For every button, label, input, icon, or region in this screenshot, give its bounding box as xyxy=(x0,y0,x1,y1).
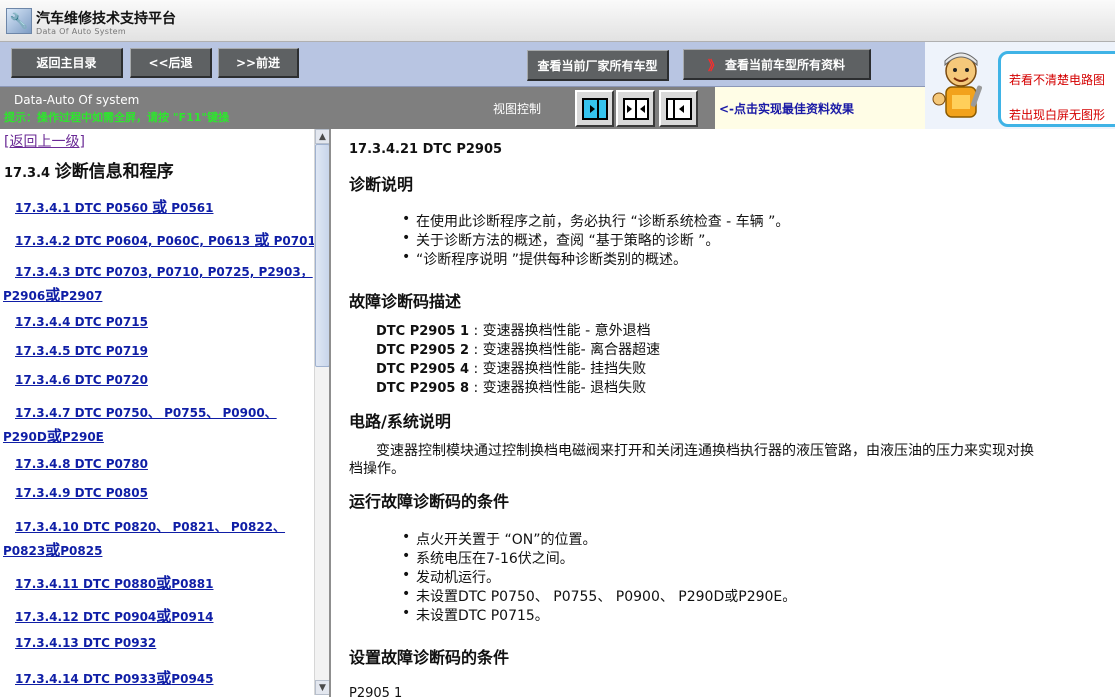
toc-link[interactable]: 17.3.4.7 DTC P0750、 P0755、 P0900、 xyxy=(15,404,277,421)
toc-link[interactable]: 17.3.4.5 DTC P0719 xyxy=(15,344,148,358)
section-title-text: 诊断信息和程序 xyxy=(54,162,174,182)
run-bullet-1: 点火开关置于 “ON”的位置。 xyxy=(402,529,596,549)
view-control-label: 视图控制 xyxy=(493,102,542,116)
maker-models-button[interactable]: 查看当前厂家所有车型 xyxy=(527,50,669,81)
double-chevron-right-icon: 》 xyxy=(707,58,721,74)
toc-link[interactable]: 17.3.4.11 DTC P0880或P0881 xyxy=(15,572,214,593)
circuit-text-line-2: 档操作。 xyxy=(349,461,405,477)
dtc-title: 故障诊断码描述 xyxy=(349,292,462,311)
scroll-up-icon[interactable]: ▲ xyxy=(315,129,329,144)
run-conditions-title: 运行故障诊断码的条件 xyxy=(349,492,510,511)
toc-link[interactable]: 17.3.4.3 DTC P0703, P0710, P0725, P2903， xyxy=(15,263,313,280)
split-view-icon xyxy=(622,97,649,120)
run-bullet-4: 未设置DTC P0750、 P0755、 P0900、 P290D或P290E。 xyxy=(402,586,796,606)
circuit-title: 电路/系统说明 xyxy=(349,412,451,431)
show-left-pane-button[interactable] xyxy=(575,90,614,127)
home-button[interactable]: 返回主目录 xyxy=(11,48,123,78)
toc-link[interactable]: 17.3.4.13 DTC P0932 xyxy=(15,636,156,650)
show-left-pane-icon xyxy=(581,97,608,120)
view-hint: <-点击实现最佳资料效果 xyxy=(719,102,855,116)
forward-button[interactable]: >>前进 xyxy=(218,48,299,78)
help-panel: 若看不清楚电路图 若出现白屏无图形 xyxy=(925,42,1115,129)
dtc-line-3: DTC P2905 4 : 变速器换档性能- 挂挡失败 xyxy=(376,361,647,377)
diag-title: 诊断说明 xyxy=(349,175,414,194)
toc-link[interactable]: 17.3.4.4 DTC P0715 xyxy=(15,315,148,329)
diag-bullet-3: “诊断程序说明 ”提供每种诊断类别的概述。 xyxy=(402,249,687,269)
model-docs-label: 查看当前车型所有资料 xyxy=(725,57,846,72)
diag-bullet-2: 关于诊断方法的概述，查阅 “基于策略的诊断 ”。 xyxy=(402,230,719,250)
back-up-link[interactable]: [返回上一级] xyxy=(4,131,85,151)
set-conditions-title: 设置故障诊断码的条件 xyxy=(349,648,510,667)
toc-link[interactable]: 17.3.4.9 DTC P0805 xyxy=(15,486,148,500)
run-bullet-5: 未设置DTC P0715。 xyxy=(402,605,549,625)
toc-link[interactable]: P0823或P0825 xyxy=(3,539,102,560)
dtc-line-4: DTC P2905 8 : 变速器换档性能- 退档失败 xyxy=(376,380,647,396)
toc-scrollbar[interactable]: ▲ ▼ xyxy=(314,129,329,695)
scroll-thumb[interactable] xyxy=(315,144,329,367)
toc-link[interactable]: 17.3.4.8 DTC P0780 xyxy=(15,457,148,471)
app-title: 汽车维修技术支持平台 xyxy=(36,11,176,27)
app-subtitle: Data Of Auto System xyxy=(36,27,126,36)
toc-link[interactable]: 17.3.4.10 DTC P0820、 P0821、 P0822、 xyxy=(15,518,285,535)
section-number: 17.3.4 xyxy=(4,166,51,181)
toc-link[interactable]: 17.3.4.6 DTC P0720 xyxy=(15,373,148,387)
wrench-logo-icon: 🔧 xyxy=(6,8,32,34)
help-box: 若看不清楚电路图 若出现白屏无图形 xyxy=(998,51,1115,127)
section-title: 17.3.4 诊断信息和程序 xyxy=(4,157,174,182)
toc-link[interactable]: P2906或P2907 xyxy=(3,284,102,305)
hide-left-pane-icon xyxy=(665,97,692,120)
help-line-blurry[interactable]: 若看不清楚电路图 xyxy=(1009,71,1105,88)
toc-link[interactable]: 17.3.4.14 DTC P0933或P0945 xyxy=(15,667,214,688)
help-line-blank[interactable]: 若出现白屏无图形 xyxy=(1009,106,1105,123)
toc-pane: [返回上一级] 17.3.4 诊断信息和程序 17.3.4.1 DTC P056… xyxy=(0,129,331,697)
scroll-down-icon[interactable]: ▼ xyxy=(315,680,329,695)
toc-link[interactable]: 17.3.4.2 DTC P0604, P060C, P0613 或 P0701 xyxy=(15,229,316,250)
toc-link[interactable]: 17.3.4.1 DTC P0560 或 P0561 xyxy=(15,196,214,217)
view-hint-area: <-点击实现最佳资料效果 xyxy=(715,87,925,129)
cutoff-line: P2905 1 xyxy=(349,686,403,697)
run-bullet-2: 系统电压在7-16伏之间。 xyxy=(402,548,574,568)
title-bar: 🔧 汽车维修技术支持平台 Data Of Auto System xyxy=(0,0,1115,42)
diag-bullet-1: 在使用此诊断程序之前，务必执行 “诊断系统检查 - 车辆 ”。 xyxy=(402,211,789,231)
run-bullet-3: 发动机运行。 xyxy=(402,567,500,587)
document-heading: 17.3.4.21 DTC P2905 xyxy=(349,142,503,157)
circuit-text-line-1: 变速器控制模块通过控制换档电磁阀来打开和关闭连通换档执行器的液压管路，由液压油的… xyxy=(376,443,1034,459)
model-docs-button[interactable]: 》 查看当前车型所有资料 xyxy=(683,49,871,80)
system-name: Data-Auto Of system xyxy=(14,93,140,107)
hide-left-pane-button[interactable] xyxy=(659,90,698,127)
back-button[interactable]: <<后退 xyxy=(130,48,212,78)
mechanic-mascot-icon xyxy=(932,52,983,118)
fullscreen-notice: 提示：操作过程中如需全屏，请按 "F11"键操 xyxy=(4,111,230,124)
toc-link[interactable]: P290D或P290E xyxy=(3,425,104,446)
view-control-bar: Data-Auto Of system 提示：操作过程中如需全屏，请按 "F11… xyxy=(0,87,925,129)
dtc-line-2: DTC P2905 2 : 变速器换档性能- 离合器超速 xyxy=(376,342,661,358)
split-view-button[interactable] xyxy=(616,90,655,127)
document-pane: 17.3.4.21 DTC P2905 诊断说明 在使用此诊断程序之前，务必执行… xyxy=(331,129,1115,697)
dtc-line-1: DTC P2905 1 : 变速器换档性能 - 意外退档 xyxy=(376,323,651,339)
toc-link[interactable]: 17.3.4.12 DTC P0904或P0914 xyxy=(15,605,214,626)
main-toolbar: 返回主目录 <<后退 >>前进 查看当前厂家所有车型 》 查看当前车型所有资料 xyxy=(0,42,925,87)
